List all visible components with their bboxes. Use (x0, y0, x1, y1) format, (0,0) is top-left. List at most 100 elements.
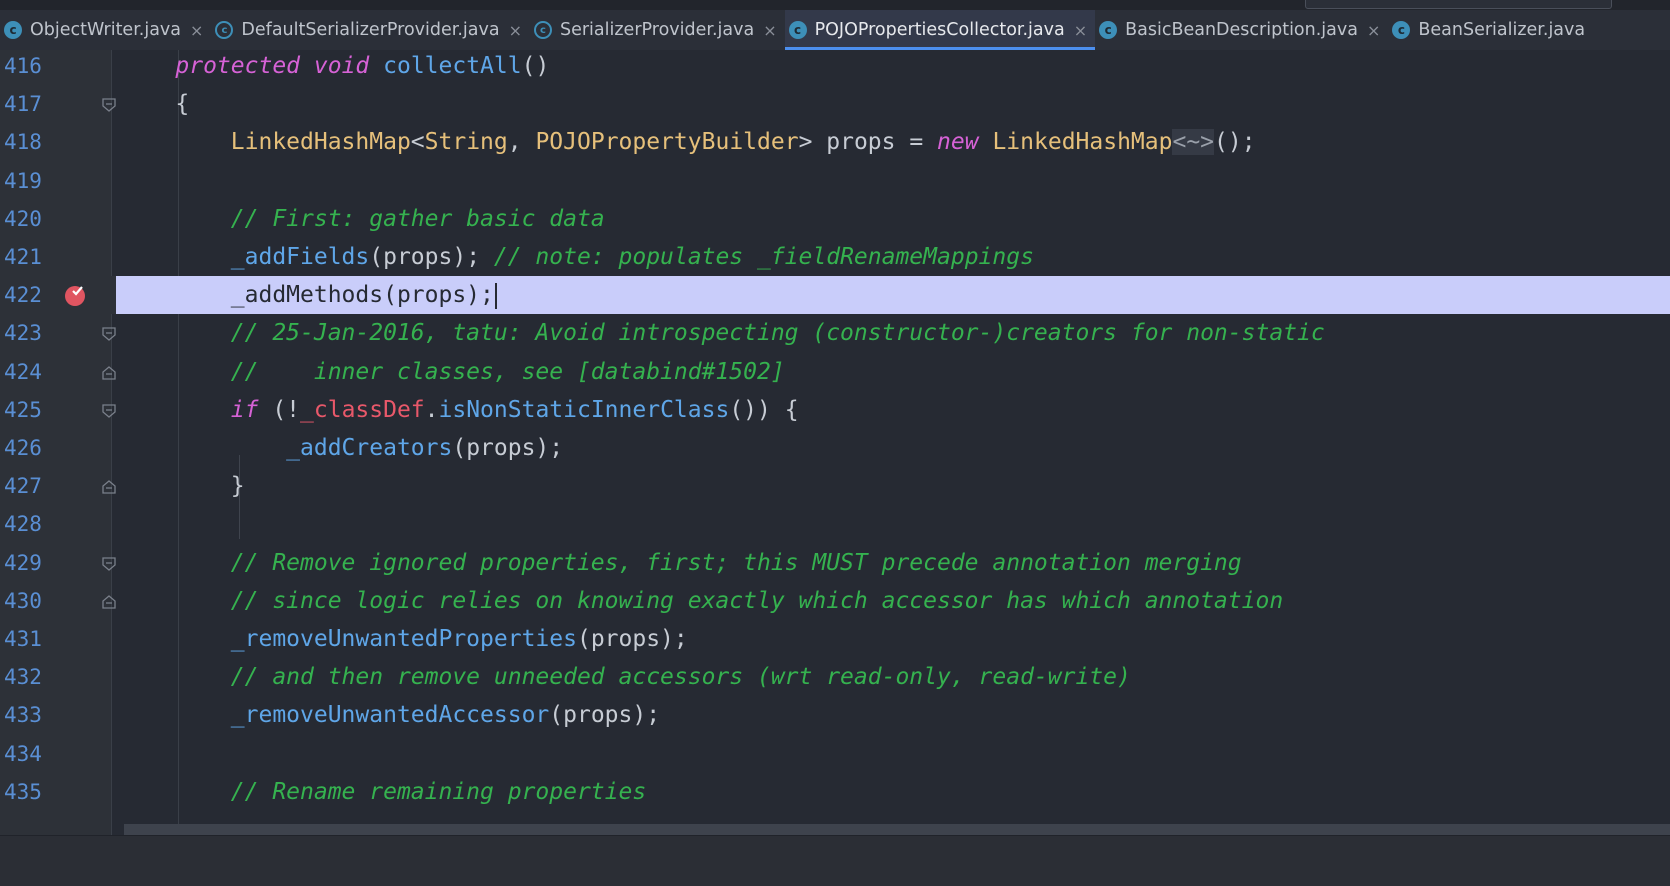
code-line-current[interactable]: 422 _addMethods(props); (0, 276, 1670, 315)
horizontal-scrollbar[interactable] (124, 824, 1670, 835)
code-line[interactable]: 420 // First: gather basic data (0, 200, 1670, 238)
code-line[interactable]: 425 if (!_classDef.isNonStaticInnerClass… (0, 391, 1670, 429)
close-icon[interactable]: × (190, 21, 203, 40)
code-token: void (313, 53, 370, 79)
text-caret (494, 282, 497, 309)
line-number: 419 (4, 168, 42, 193)
search-box[interactable] (1305, 0, 1612, 9)
code-token: LinkedHashMap (230, 129, 411, 156)
close-icon[interactable]: × (1074, 21, 1087, 40)
code-line[interactable]: 424 // inner classes, see [databind#1502… (0, 353, 1670, 391)
code-text[interactable]: // 25-Jan-2016, tatu: Avoid introspectin… (120, 314, 1325, 352)
line-number: 416 (4, 54, 42, 78)
code-line[interactable]: 416 protected void collectAll() (0, 50, 1670, 85)
fold-collapse-icon[interactable] (102, 404, 116, 418)
code-line[interactable]: 433 _removeUnwantedAccessor(props); (0, 696, 1670, 734)
line-number: 421 (4, 245, 42, 269)
close-icon[interactable]: × (763, 21, 776, 40)
code-token: > props = (798, 129, 938, 156)
code-token: // and then remove unneeded accessors (w… (230, 664, 1131, 691)
code-line[interactable]: 435 // Rename remaining properties (0, 773, 1670, 811)
code-line[interactable]: 427 } (0, 467, 1670, 505)
code-text[interactable]: // First: gather basic data (120, 200, 605, 238)
editor-tab[interactable]: c SerializerProvider.java × (530, 10, 785, 50)
code-text[interactable]: // inner classes, see [databind#1502] (120, 353, 785, 391)
code-text[interactable]: _removeUnwantedAccessor(props); (120, 696, 660, 734)
line-number: 427 (4, 474, 42, 499)
code-token: // Rename remaining properties (230, 778, 647, 805)
close-icon[interactable]: × (509, 21, 522, 40)
code-token: . (424, 396, 439, 423)
code-text[interactable]: if (!_classDef.isNonStaticInnerClass()) … (120, 391, 799, 429)
code-token: collectAll (383, 53, 522, 79)
line-number: 434 (4, 741, 42, 766)
code-line[interactable]: 421 _addFields(props); // note: populate… (0, 238, 1670, 276)
line-number: 417 (4, 92, 42, 117)
fold-collapse-icon[interactable] (102, 98, 116, 113)
code-line[interactable]: 419 (0, 162, 1670, 200)
code-token: (); (1214, 129, 1256, 156)
editor-tab[interactable]: c POJOPropertiesCollector.java × (784, 10, 1096, 50)
fold-collapse-icon[interactable] (102, 327, 116, 342)
code-token: (props); (452, 435, 564, 461)
editor-tab[interactable]: c ObjectWriter.java × (0, 10, 211, 50)
code-line[interactable]: 429 // Remove ignored properties, first;… (0, 544, 1670, 582)
line-number: 420 (4, 206, 42, 231)
code-text[interactable]: // since logic relies on knowing exactly… (120, 582, 1283, 620)
code-token: ()) { (729, 396, 799, 423)
code-line[interactable]: 426 _addCreators(props); (0, 429, 1670, 467)
code-text[interactable]: } (120, 467, 245, 505)
code-token: () (521, 53, 550, 79)
code-line[interactable]: 431 _removeUnwantedProperties(props); (0, 620, 1670, 658)
line-number: 426 (4, 436, 42, 460)
line-number: 418 (4, 130, 42, 155)
editor-tab[interactable]: c BeanSerializer.java (1388, 10, 1593, 50)
tab-label: SerializerProvider.java (559, 20, 755, 40)
code-line[interactable]: 418 LinkedHashMap<String, POJOPropertyBu… (0, 123, 1670, 161)
code-text[interactable]: // Remove ignored properties, first; thi… (120, 544, 1242, 582)
code-text[interactable]: _addCreators(props); (120, 429, 563, 467)
tab-label: BasicBeanDescription.java (1125, 20, 1358, 40)
fold-end-icon[interactable] (102, 365, 116, 380)
code-token: String (424, 129, 508, 156)
fold-end-icon[interactable] (102, 480, 116, 494)
code-text[interactable]: protected void collectAll() (120, 50, 549, 85)
code-text[interactable]: { (120, 85, 189, 123)
code-token: (props); (549, 702, 661, 729)
code-line[interactable]: 430 // since logic relies on knowing exa… (0, 582, 1670, 620)
code-editor[interactable]: 416 protected void collectAll() 417 {418 … (0, 50, 1670, 835)
abstract-class-icon: c (215, 21, 234, 39)
code-token: if (230, 396, 259, 423)
code-text[interactable]: LinkedHashMap<String, POJOPropertyBuilde… (120, 123, 1256, 161)
code-text[interactable]: _addMethods(props); (120, 276, 497, 314)
code-text[interactable]: _removeUnwantedProperties(props); (120, 620, 688, 658)
close-icon[interactable]: × (1367, 21, 1380, 40)
code-line[interactable]: 417 { (0, 85, 1670, 123)
editor-tab[interactable]: c BasicBeanDescription.java × (1095, 10, 1388, 50)
code-text[interactable]: // Rename remaining properties (120, 773, 646, 811)
code-line[interactable]: 423 // 25-Jan-2016, tatu: Avoid introspe… (0, 314, 1670, 352)
code-line[interactable]: 434 (0, 735, 1670, 773)
code-line[interactable]: 428 (0, 505, 1670, 543)
editor-tab[interactable]: c DefaultSerializerProvider.java × (211, 10, 530, 50)
breakpoint-icon[interactable] (64, 283, 88, 307)
code-text[interactable]: _addFields(props); // note: populates _f… (120, 238, 1034, 276)
fold-end-icon[interactable] (102, 595, 116, 609)
code-token: { (120, 91, 190, 118)
code-token: // note: populates _fieldRenameMappings (493, 244, 1034, 270)
line-number: 430 (4, 588, 42, 613)
fold-collapse-icon[interactable] (102, 557, 116, 571)
line-number: 431 (4, 627, 42, 651)
code-text[interactable]: // and then remove unneeded accessors (w… (120, 658, 1131, 696)
class-icon: c (4, 21, 22, 39)
line-number: 428 (4, 512, 42, 537)
code-line[interactable]: 432 // and then remove unneeded accessor… (0, 658, 1670, 696)
